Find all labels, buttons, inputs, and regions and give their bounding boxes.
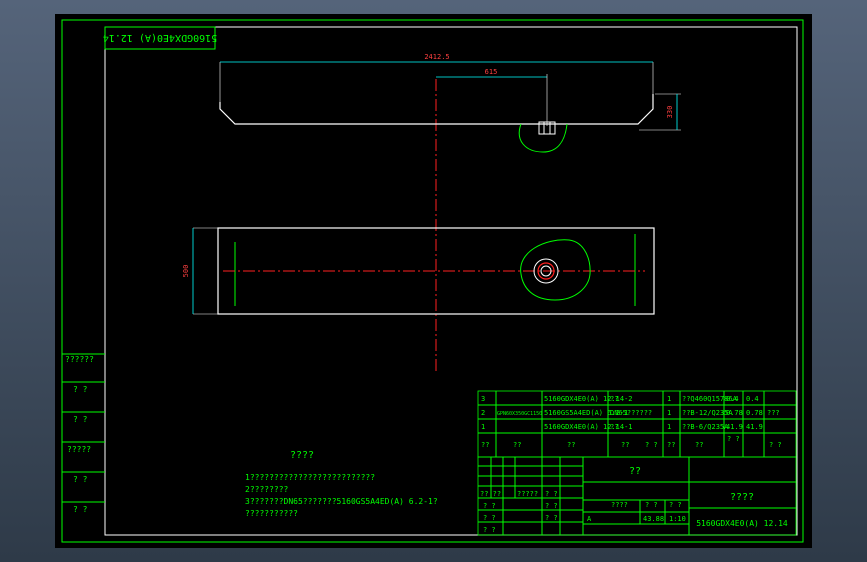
dim-total-label: 2412.5 <box>424 53 449 61</box>
bom-cell: 0.78 <box>746 409 763 417</box>
title-small-label: ? ? <box>483 502 496 510</box>
bom-cell: 5160GDX4E0(A) 12.14-1 <box>544 423 633 431</box>
title-small-label: ? ? <box>669 501 682 509</box>
outlet-bulge <box>518 123 568 153</box>
bom-header: ?? <box>567 441 575 449</box>
inverted-title-text: 5160GDX4E0(A) 12.14 <box>103 32 217 43</box>
note-line: 1?????????????????????????? <box>245 473 375 482</box>
title-small-label: ? ? <box>483 526 496 534</box>
bom-cell: 2 <box>481 409 485 417</box>
left-strip-label: ? ? <box>73 385 88 394</box>
cad-viewport: 5160GDX4E0(A) 12.14 ?????? ? ? ? ? ?????… <box>0 0 867 562</box>
bom-cell: 1 <box>481 423 485 431</box>
drawing-canvas[interactable]: 5160GDX4E0(A) 12.14 ?????? ? ? ? ? ?????… <box>55 14 812 548</box>
bom-header: ?? <box>513 441 521 449</box>
bom-header: ?? <box>667 441 675 449</box>
inverted-title-tag: 5160GDX4E0(A) 12.14 <box>103 26 217 50</box>
note-line: ??????????? <box>245 509 298 518</box>
note-line: 3???????DN65???????5160GS5A4ED(A) 6.2-1? <box>245 497 438 506</box>
technical-notes: ???? 1?????????????????????????? 2??????… <box>245 450 438 518</box>
bom-cell: ??? <box>767 409 780 417</box>
title-small-label: 1:10 <box>669 515 686 523</box>
bom-header: ? ? <box>769 441 782 449</box>
bom-cell: 0.4 <box>746 395 759 403</box>
title-small-label: ? ? <box>545 502 558 510</box>
bom-header: ?? <box>695 441 703 449</box>
bom-cell: 41.9 <box>726 423 743 431</box>
left-strip-label: ? ? <box>73 475 88 484</box>
note-line: 2???????? <box>245 485 289 494</box>
title-small-label: ?? ?? <box>480 490 501 498</box>
top-view: 2412.5 615 330 <box>219 53 681 153</box>
title-small-label: ? ? <box>545 490 558 498</box>
bom-cell: ?? <box>610 395 618 403</box>
bom-header: ? ? <box>645 441 658 449</box>
bom-cell: 3 <box>481 395 485 403</box>
outlet-plan-outline <box>520 239 591 301</box>
title-small-label: ? ? <box>645 501 658 509</box>
notes-heading: ???? <box>290 450 314 461</box>
bom-cell: GPN60X350GC1150 <box>497 411 542 417</box>
bom-cell: 41.9 <box>746 423 763 431</box>
title-small-label: A <box>587 515 592 523</box>
dim-height-label: 330 <box>666 106 674 119</box>
bom-cell: DN65?????? <box>610 409 652 417</box>
sheet-border <box>61 19 804 543</box>
bom-header: ? ? <box>727 435 740 443</box>
left-strip: ?????? ? ? ? ? ????? ? ? ? ? <box>62 353 105 514</box>
left-strip-label: ????? <box>67 445 91 454</box>
drawing-frame <box>104 26 798 536</box>
bom-header: ?? <box>621 441 629 449</box>
title-center-label: ?? <box>629 466 641 477</box>
bom-cell: ?? <box>610 423 618 431</box>
bom-table: 3 5160GDX4E0(A) 12.14-2 ?? 1 ??Q460Q1578… <box>477 390 797 458</box>
left-strip-label: ? ? <box>73 415 88 424</box>
bom-header: ?? <box>481 441 489 449</box>
bom-cell: 5160GDX4E0(A) 12.14-2 <box>544 395 633 403</box>
title-small-label: ? ? <box>483 514 496 522</box>
left-strip-label: ?????? <box>65 355 94 364</box>
bom-cell: 1 <box>667 423 671 431</box>
bom-cell: 0.4 <box>726 395 739 403</box>
title-small-label: ? ? <box>545 514 558 522</box>
title-name-box: ???? <box>730 492 754 503</box>
title-drawing-no: 5160GDX4E0(A) 12.14 <box>696 519 788 528</box>
bom-cell: 1 <box>667 395 671 403</box>
bom-cell: 1 <box>667 409 671 417</box>
plan-view: 500 <box>182 227 655 315</box>
title-block: ?? ???? 5160GDX4E0(A) 12.14 ?? ?? ???? ? … <box>477 456 797 536</box>
dim-offset-label: 615 <box>485 68 498 76</box>
bom-cell: ??B-6/Q235A <box>682 423 729 431</box>
title-small-label: ????? <box>517 490 538 498</box>
title-small-label: 43.88 <box>643 515 664 523</box>
title-small-label: ???? <box>611 501 628 509</box>
left-strip-label: ? ? <box>73 505 88 514</box>
dim-width-label: 500 <box>182 265 190 278</box>
bom-cell: 0.78 <box>726 409 743 417</box>
